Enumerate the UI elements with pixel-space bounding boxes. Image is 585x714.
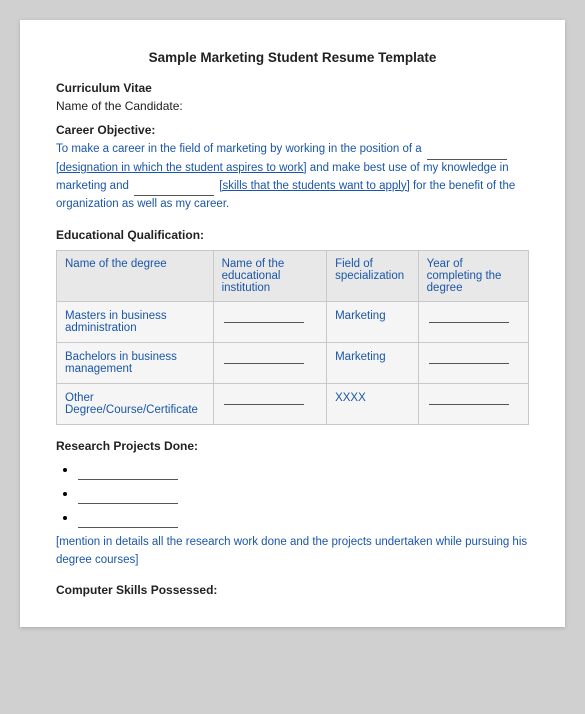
career-obj-blank2 bbox=[134, 178, 214, 197]
field-masters: Marketing bbox=[327, 302, 419, 343]
institution-masters bbox=[213, 302, 327, 343]
degree-masters: Masters in business administration bbox=[57, 302, 214, 343]
col-degree: Name of the degree bbox=[57, 251, 214, 302]
career-obj-blank1 bbox=[427, 141, 507, 160]
career-objective-text: To make a career in the field of marketi… bbox=[56, 141, 529, 214]
research-note: [mention in details all the research wor… bbox=[56, 534, 529, 569]
table-row: Other Degree/Course/Certificate XXXX bbox=[57, 384, 529, 425]
col-year: Year of completing the degree bbox=[418, 251, 528, 302]
field-bachelors: Marketing bbox=[327, 343, 419, 384]
table-row: Masters in business administration Marke… bbox=[57, 302, 529, 343]
resume-page: Sample Marketing Student Resume Template… bbox=[20, 20, 565, 627]
cv-label: Curriculum Vitae bbox=[56, 81, 529, 95]
degree-other: Other Degree/Course/Certificate bbox=[57, 384, 214, 425]
career-obj-bracket1: [designation in which the student aspire… bbox=[56, 162, 307, 174]
education-table: Name of the degree Name of the education… bbox=[56, 250, 529, 425]
candidate-field: Name of the Candidate: bbox=[56, 99, 529, 113]
year-masters bbox=[418, 302, 528, 343]
career-objective-label: Career Objective: bbox=[56, 123, 529, 137]
institution-bachelors bbox=[213, 343, 327, 384]
list-item bbox=[78, 509, 529, 528]
list-item bbox=[78, 461, 529, 480]
col-institution: Name of the educational institution bbox=[213, 251, 327, 302]
computer-skills-label: Computer Skills Possessed: bbox=[56, 583, 529, 597]
field-other: XXXX bbox=[327, 384, 419, 425]
institution-other bbox=[213, 384, 327, 425]
career-obj-bracket2: [skills that the students want to apply] bbox=[219, 180, 410, 192]
col-field: Field of specialization bbox=[327, 251, 419, 302]
table-row: Bachelors in business management Marketi… bbox=[57, 343, 529, 384]
career-obj-start: To make a career in the field of marketi… bbox=[56, 143, 422, 155]
research-bullet-list bbox=[78, 461, 529, 528]
research-label: Research Projects Done: bbox=[56, 439, 529, 453]
page-title: Sample Marketing Student Resume Template bbox=[56, 50, 529, 65]
year-bachelors bbox=[418, 343, 528, 384]
ed-qual-label: Educational Qualification: bbox=[56, 228, 529, 242]
year-other bbox=[418, 384, 528, 425]
list-item bbox=[78, 485, 529, 504]
research-section: Research Projects Done: [mention in deta… bbox=[56, 439, 529, 569]
degree-bachelors: Bachelors in business management bbox=[57, 343, 214, 384]
